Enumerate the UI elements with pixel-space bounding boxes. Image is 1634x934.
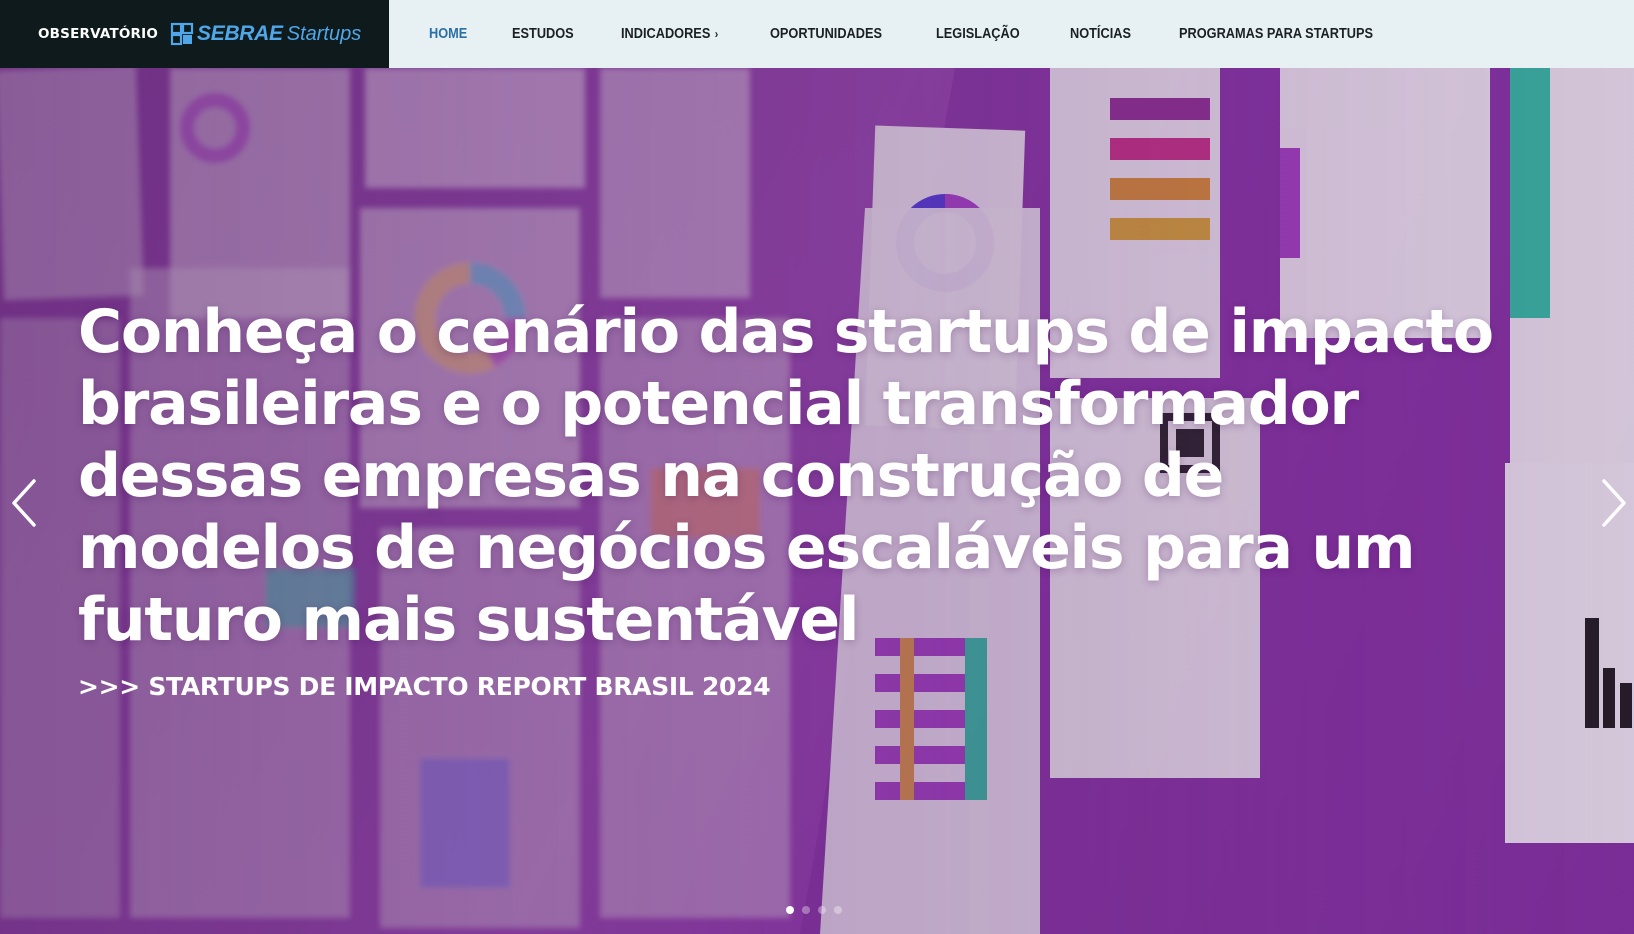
nav-indicadores[interactable]: INDICADORES › <box>621 26 718 42</box>
carousel-next-button[interactable] <box>1594 473 1634 533</box>
carousel-pagination <box>786 906 850 914</box>
top-navigation-bar: OBSERVATÓRIO SEBRAE Startups HOME ESTUDO… <box>0 0 1634 68</box>
brand-name: SEBRAE <box>197 22 283 45</box>
carousel-dot-2[interactable] <box>802 906 810 914</box>
hero-carousel: Conheça o cenário das startups de impact… <box>0 68 1634 934</box>
carousel-dot-4[interactable] <box>834 906 842 914</box>
nav-oportunidades[interactable]: OPORTUNIDADES <box>770 26 882 42</box>
sebrae-logo-mark-icon <box>170 22 194 46</box>
site-logo[interactable]: OBSERVATÓRIO SEBRAE Startups <box>0 0 389 68</box>
main-menu: HOME ESTUDOS INDICADORES › OPORTUNIDADES… <box>389 0 1634 68</box>
nav-legislacao[interactable]: LEGISLAÇÃO <box>936 26 1020 42</box>
nav-estudos[interactable]: ESTUDOS <box>512 26 574 42</box>
hero-report-link[interactable]: >>> STARTUPS DE IMPACTO REPORT BRASIL 20… <box>78 672 771 701</box>
chevron-left-icon <box>12 479 36 527</box>
carousel-dot-3[interactable] <box>818 906 826 914</box>
nav-home[interactable]: HOME <box>429 26 467 42</box>
chevron-right-icon: › <box>714 27 718 41</box>
sebrae-startups-logo: SEBRAE Startups <box>170 22 361 46</box>
nav-indicadores-label: INDICADORES <box>620 26 710 42</box>
nav-programas-para-startups[interactable]: PROGRAMAS PARA STARTUPS <box>1179 26 1373 42</box>
brand-suffix: Startups <box>286 22 362 45</box>
chevron-right-icon <box>1602 479 1626 527</box>
carousel-prev-button[interactable] <box>4 473 44 533</box>
hero-headline: Conheça o cenário das startups de impact… <box>78 297 1494 655</box>
brand-prefix: OBSERVATÓRIO <box>38 26 159 42</box>
carousel-dot-1[interactable] <box>786 906 794 914</box>
nav-noticias[interactable]: NOTÍCIAS <box>1070 26 1131 42</box>
